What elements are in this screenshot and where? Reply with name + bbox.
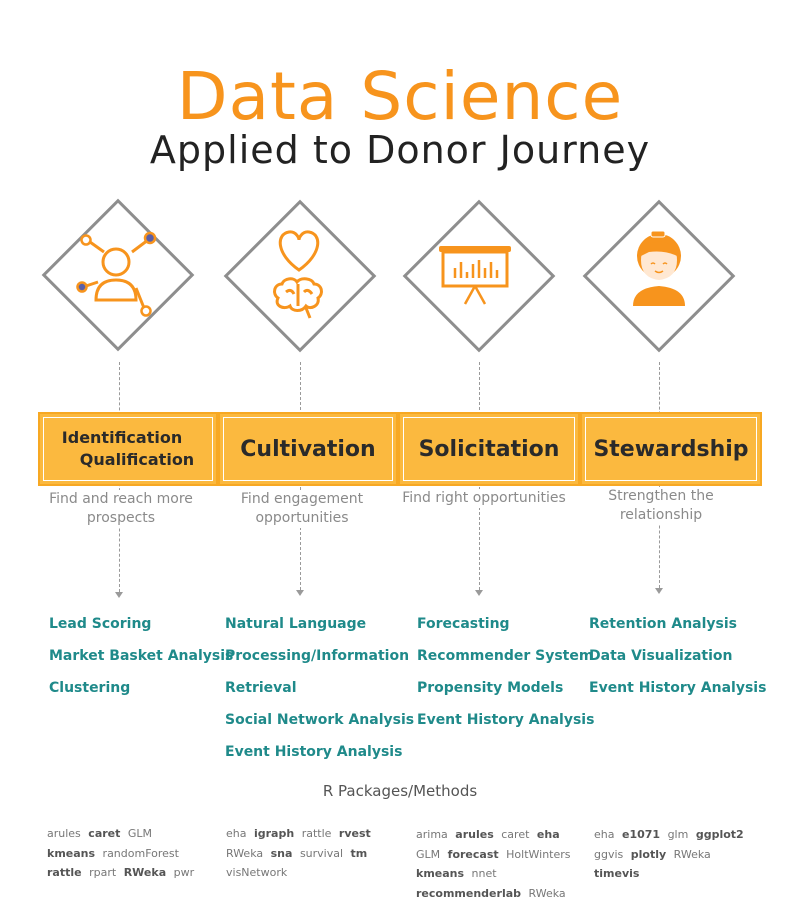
stage-banner-stewardship: Stewardship [580,412,762,486]
package-name: tm [350,846,368,860]
package-name: nnet [471,867,497,880]
stage-1-packages: arules caret GLM kmeans randomForest rat… [47,824,207,883]
package-name: RWeka [528,886,566,900]
method-item: Recommender System [417,648,594,664]
method-item: Event History Analysis [417,712,595,728]
package-name: igraph [253,827,295,840]
stage-3-methods: Forecasting Recommender System Propensity … [417,612,594,740]
package-name: sna [270,846,293,860]
person-network-icon [76,231,157,317]
package-name: pwr [173,866,195,879]
stage-1-arrowhead [115,592,123,598]
stage-4-description: Strengthen the relationship [598,487,724,525]
package-name: arules [47,827,81,840]
stage-1-methods: Lead Scoring Market Basket Analysis Cluste… [49,612,233,708]
method-item: Retention Analysis [589,616,738,632]
method-item: Processing/Information [225,648,410,664]
package-name: ggplot2 [695,828,744,841]
stage-label: Stewardship [593,436,749,462]
stage-2-methods: Natural Language Processing/Information Re… [225,612,414,772]
heart-brain-icon [273,230,323,319]
package-name: kmeans [416,867,465,880]
package-name: rpart [89,866,117,879]
package-name: ggvis [594,847,624,861]
package-name: randomForest [102,846,179,860]
presentation-chart-icon [439,246,511,305]
package-name: forecast [447,847,499,861]
stage-banner-cultivation: Cultivation [218,412,398,486]
stage-3-arrowhead [475,590,483,596]
stage-label: Solicitation [418,436,560,462]
method-item: Retrieval [225,680,297,696]
method-item: Lead Scoring [49,616,152,632]
stage-4-arrowhead [655,588,663,594]
title-subtitle: Applied to Donor Journey [149,128,651,172]
package-name: RWeka [673,847,711,861]
package-name: arima [416,828,448,841]
method-item: Event History Analysis [225,744,403,760]
method-item: Natural Language [225,616,367,632]
package-name: visNetwork [226,866,288,879]
package-name: rattle [47,866,82,879]
stage-4-packages: eha e1071 glm ggplot2 ggvis plotly RWeka… [594,825,754,884]
package-name: kmeans [47,846,96,860]
stage-label: Identification Qualification [62,427,194,471]
package-name: glm [667,828,689,841]
packages-heading: R Packages/Methods [322,782,478,800]
stage-banner-solicitation: Solicitation [398,412,580,486]
stage-label-line-2: Qualification [79,450,195,469]
package-name: HoltWinters [506,847,571,861]
stage-2-packages: eha igraph rattle rvest RWeka sna surviv… [226,824,396,883]
package-name: rvest [338,827,371,840]
stage-2-arrowhead [296,590,304,596]
package-name: RWeka [123,866,167,879]
package-name: e1071 [621,828,661,841]
stage-banner-identification: Identification Qualification [38,412,218,486]
package-name: RWeka [226,846,264,860]
stage-3-packages: arima arules caret eha GLM forecast Holt… [416,825,586,903]
package-name: arules [455,828,494,841]
package-name: survival [299,846,344,860]
method-item: Clustering [49,680,131,696]
package-name: recommenderlab [416,886,522,900]
method-item: Event History Analysis [589,680,767,696]
package-name: caret [501,828,530,841]
method-item: Data Visualization [589,648,733,664]
stage-3-description: Find right opportunities [398,489,570,508]
stage-1-description: Find and reach more prospects [44,490,198,528]
package-name: eha [536,828,560,841]
package-name: GLM [416,847,441,861]
package-name: rattle [301,827,332,840]
stage-4-methods: Retention Analysis Data Visualization Even… [589,612,766,708]
package-name: plotly [630,847,667,861]
package-name: caret [88,827,121,840]
method-item: Market Basket Analysis [49,648,234,664]
stage-label-line-1: Identification [61,428,183,447]
method-item: Forecasting [417,616,510,632]
method-item: Propensity Models [417,680,564,696]
method-item: Social Network Analysis [225,712,415,728]
package-name: eha [226,827,247,840]
package-name: eha [594,828,615,841]
donor-woman-icon [633,230,685,306]
package-name: GLM [127,827,153,840]
package-name: timevis [594,867,640,880]
stage-2-description: Find engagement opportunities [228,490,376,528]
stage-label: Cultivation [240,436,376,462]
title-main: Data Science [176,58,624,135]
